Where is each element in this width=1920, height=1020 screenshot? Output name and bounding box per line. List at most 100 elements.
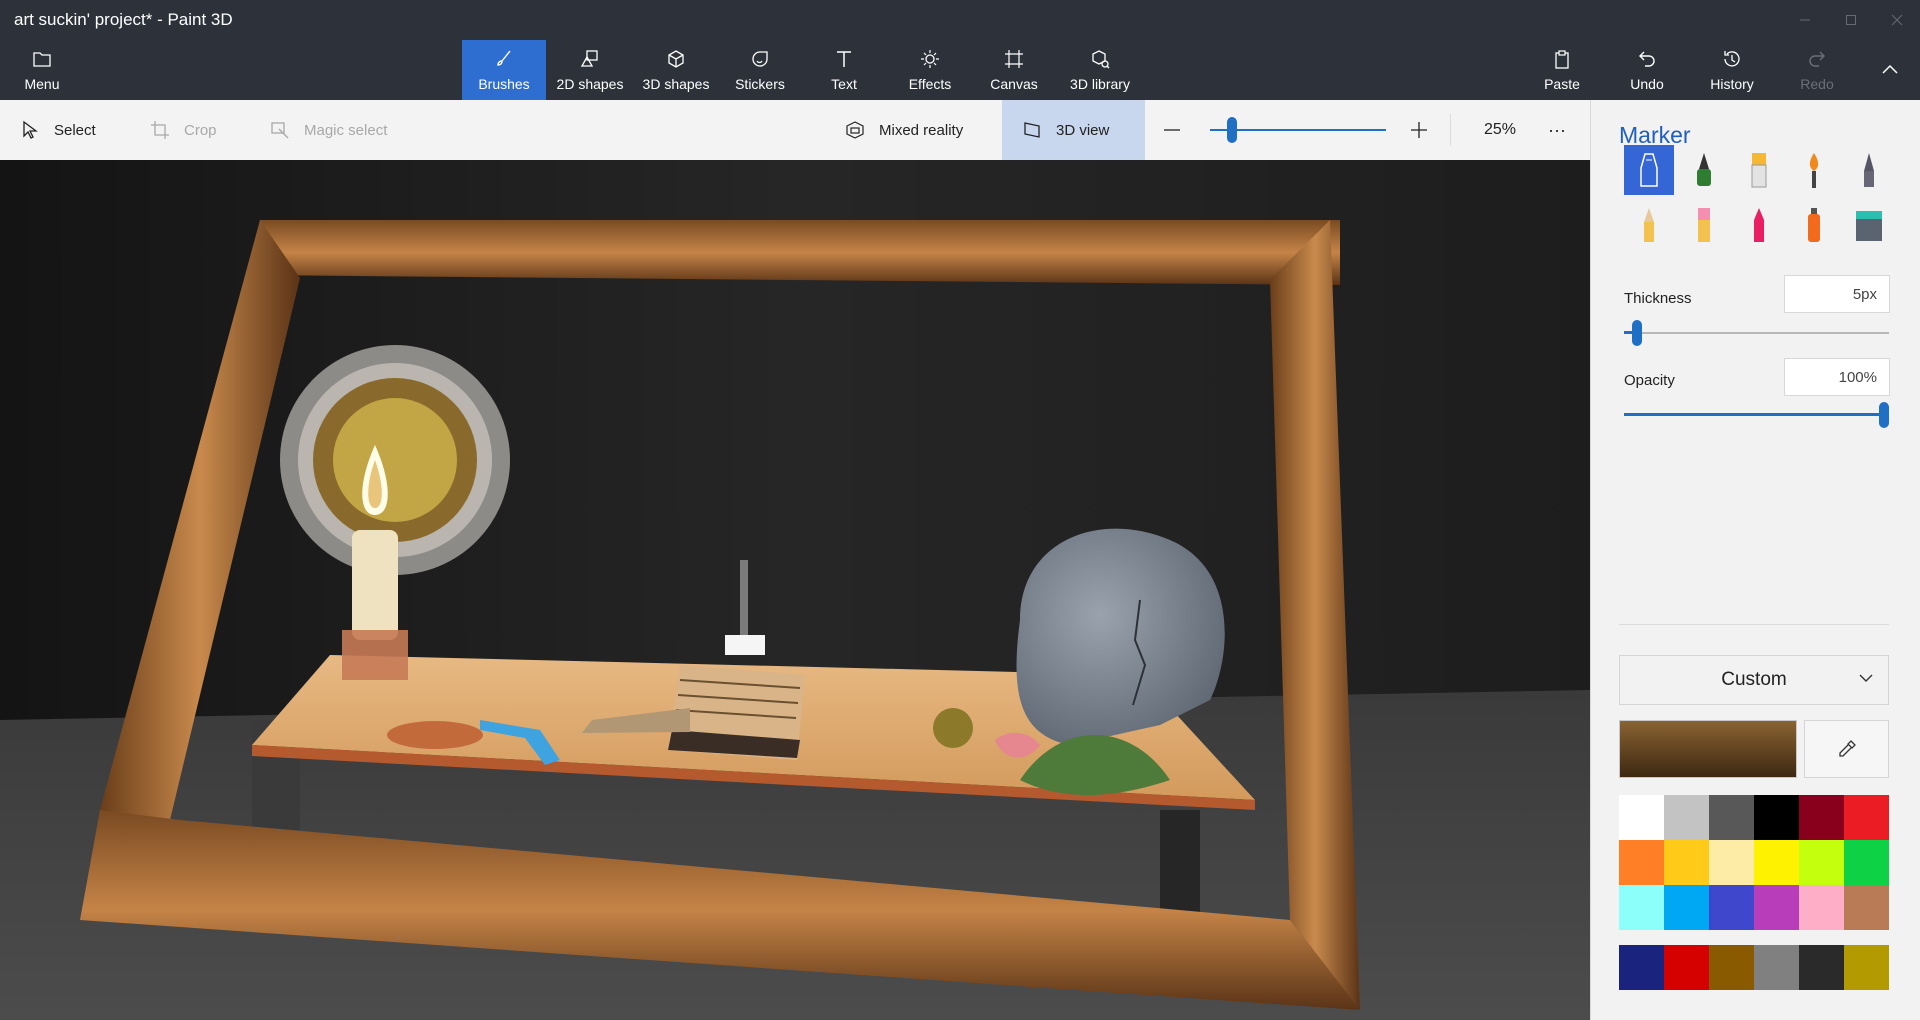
thickness-label: Thickness [1624, 290, 1692, 307]
history-label: History [1710, 76, 1754, 92]
zoom-percent[interactable]: 25% [1484, 100, 1516, 160]
opacity-label: Opacity [1624, 372, 1675, 389]
thickness-slider-thumb[interactable] [1632, 320, 1642, 346]
tab-effects[interactable]: Effects [888, 40, 972, 100]
tab-text-label: Text [831, 76, 857, 92]
undo-button[interactable]: Undo [1605, 40, 1689, 100]
color-swatch-13[interactable] [1619, 885, 1664, 930]
close-button[interactable] [1874, 0, 1920, 40]
tab-3d-library[interactable]: 3D library [1058, 40, 1142, 100]
chevron-down-icon [1859, 674, 1873, 682]
crop-button[interactable]: Crop [150, 100, 217, 160]
pencil-brush[interactable] [1624, 200, 1674, 250]
zoom-slider-thumb[interactable] [1227, 117, 1237, 143]
tab-2d-shapes[interactable]: 2D shapes [548, 40, 632, 100]
color-swatch-14[interactable] [1664, 885, 1709, 930]
pixel-pen-brush[interactable] [1844, 145, 1894, 195]
mixed-reality-label: Mixed reality [879, 121, 964, 139]
select-button[interactable]: Select [20, 100, 96, 160]
custom-color-swatch-4[interactable] [1754, 945, 1799, 990]
select-label: Select [54, 121, 96, 139]
sticker-icon [752, 51, 768, 67]
color-swatch-2[interactable] [1664, 795, 1709, 840]
oil-brush[interactable] [1734, 145, 1784, 195]
paste-label: Paste [1544, 76, 1580, 92]
eyedropper-button[interactable] [1804, 720, 1889, 778]
custom-color-swatch-5[interactable] [1799, 945, 1844, 990]
color-swatch-5[interactable] [1799, 795, 1844, 840]
color-swatch-3[interactable] [1709, 795, 1754, 840]
minus-icon [1164, 129, 1180, 131]
current-color-swatch[interactable] [1619, 720, 1797, 778]
opacity-slider[interactable] [1624, 402, 1889, 428]
custom-color-palette [1619, 945, 1889, 990]
crop-label: Crop [184, 121, 217, 139]
eyedropper-icon [1838, 740, 1856, 757]
fill-bucket-brush[interactable] [1844, 200, 1894, 250]
calligraphy-pen-brush[interactable] [1679, 145, 1729, 195]
zoom-slider[interactable] [1210, 116, 1386, 144]
color-swatch-12[interactable] [1844, 840, 1889, 885]
folder-icon [33, 52, 51, 67]
canvas-icon [1005, 50, 1023, 68]
tab-3d-shapes[interactable]: 3D shapes [634, 40, 718, 100]
marker-brush[interactable] [1624, 145, 1674, 195]
brush-panel: Marker Thickness 5px Opacity 100% Custom [1590, 100, 1920, 1020]
color-swatch-16[interactable] [1754, 885, 1799, 930]
collapse-ribbon-button[interactable] [1860, 40, 1920, 100]
opacity-slider-thumb[interactable] [1879, 402, 1889, 428]
tab-effects-label: Effects [908, 76, 952, 92]
sun-icon [921, 50, 939, 68]
tab-stickers[interactable]: Stickers [718, 40, 802, 100]
redo-button[interactable]: Redo [1775, 40, 1859, 100]
magic-select-button[interactable]: Magic select [270, 100, 387, 160]
canvas-3d[interactable] [0, 160, 1590, 1020]
eraser-brush[interactable] [1679, 200, 1729, 250]
paste-button[interactable]: Paste [1520, 40, 1604, 100]
watercolor-brush[interactable] [1789, 145, 1839, 195]
tab-text[interactable]: Text [802, 40, 886, 100]
menu-button[interactable]: Menu [0, 40, 84, 100]
minimize-button[interactable] [1782, 0, 1828, 40]
color-swatch-4[interactable] [1754, 795, 1799, 840]
thickness-input[interactable]: 5px [1784, 275, 1890, 313]
color-swatch-6[interactable] [1844, 795, 1889, 840]
custom-color-swatch-2[interactable] [1664, 945, 1709, 990]
color-swatch-17[interactable] [1799, 885, 1844, 930]
color-mode-value: Custom [1721, 669, 1787, 690]
color-swatch-10[interactable] [1754, 840, 1799, 885]
crayon-brush[interactable] [1734, 200, 1784, 250]
zoom-out-button[interactable] [1162, 100, 1196, 160]
mixed-reality-button[interactable]: Mixed reality [845, 100, 963, 160]
3d-view-button[interactable]: 3D view [1002, 100, 1145, 160]
history-button[interactable]: History [1690, 40, 1774, 100]
color-swatch-1[interactable] [1619, 795, 1664, 840]
color-swatch-15[interactable] [1709, 885, 1754, 930]
more-options-button[interactable]: ··· [1548, 100, 1566, 160]
thickness-slider[interactable] [1624, 320, 1889, 346]
color-swatch-9[interactable] [1709, 840, 1754, 885]
tab-canvas[interactable]: Canvas [972, 40, 1056, 100]
dish [387, 721, 483, 749]
zoom-in-button[interactable] [1409, 100, 1443, 160]
magic-select-icon [271, 122, 289, 139]
color-mode-dropdown[interactable]: Custom [1619, 655, 1889, 705]
custom-color-swatch-3[interactable] [1709, 945, 1754, 990]
tab-brushes[interactable]: Brushes [462, 40, 546, 100]
custom-color-swatch-1[interactable] [1619, 945, 1664, 990]
3d-view-label: 3D view [1056, 121, 1110, 139]
maximize-button[interactable] [1828, 0, 1874, 40]
custom-color-swatch-6[interactable] [1844, 945, 1889, 990]
spray-can-brush[interactable] [1789, 200, 1839, 250]
ellipsis-icon: ··· [1548, 119, 1566, 140]
tab-stickers-label: Stickers [735, 76, 785, 92]
window-title: art suckin' project* - Paint 3D [14, 10, 233, 29]
color-swatch-7[interactable] [1619, 840, 1664, 885]
color-swatch-18[interactable] [1844, 885, 1889, 930]
color-swatch-11[interactable] [1799, 840, 1844, 885]
color-swatch-8[interactable] [1664, 840, 1709, 885]
cube-icon [668, 50, 684, 68]
opacity-input[interactable]: 100% [1784, 358, 1890, 396]
oil-brush-icon [1751, 153, 1767, 188]
quill-pen [740, 560, 748, 635]
